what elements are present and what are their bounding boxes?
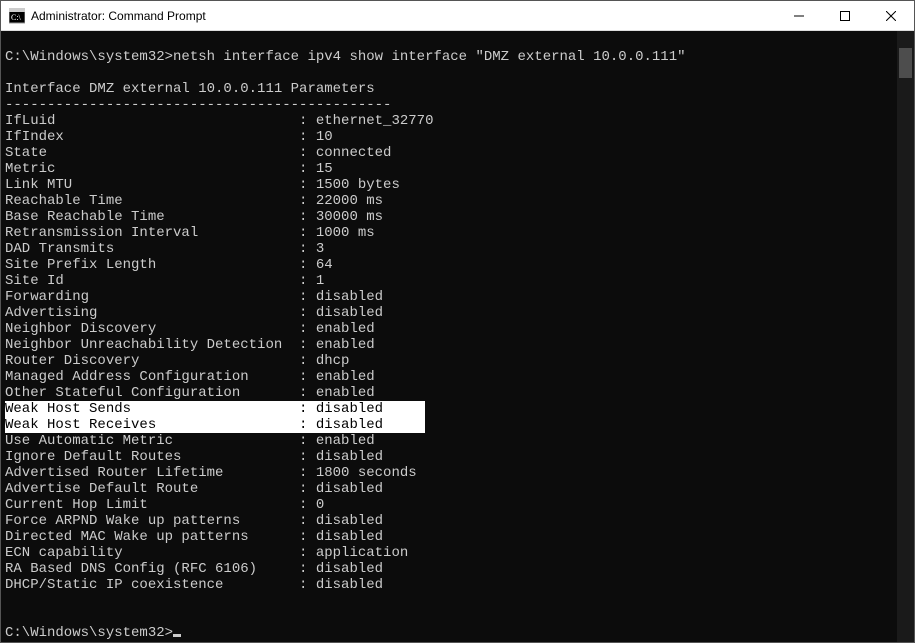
terminal-line: Other Stateful Configuration : enabled — [5, 385, 897, 401]
terminal-line — [5, 609, 897, 625]
terminal-line: Link MTU : 1500 bytes — [5, 177, 897, 193]
terminal-line-highlighted: Weak Host Sends : disabled — [5, 401, 897, 417]
terminal-line: RA Based DNS Config (RFC 6106) : disable… — [5, 561, 897, 577]
window-title: Administrator: Command Prompt — [31, 9, 776, 23]
window-controls — [776, 1, 914, 30]
terminal-line — [5, 33, 897, 49]
svg-text:C:\: C:\ — [11, 13, 22, 22]
terminal-line — [5, 593, 897, 609]
terminal-line: State : connected — [5, 145, 897, 161]
terminal-line: Advertising : disabled — [5, 305, 897, 321]
terminal-line: Base Reachable Time : 30000 ms — [5, 209, 897, 225]
terminal-line: Advertise Default Route : disabled — [5, 481, 897, 497]
terminal-line: Metric : 15 — [5, 161, 897, 177]
terminal-line: Site Id : 1 — [5, 273, 897, 289]
maximize-button[interactable] — [822, 1, 868, 30]
terminal-line: Ignore Default Routes : disabled — [5, 449, 897, 465]
terminal-output[interactable]: C:\Windows\system32>netsh interface ipv4… — [1, 31, 897, 642]
terminal-line: DHCP/Static IP coexistence : disabled — [5, 577, 897, 593]
terminal-line — [5, 65, 897, 81]
scrollbar-vertical[interactable] — [897, 31, 914, 642]
terminal-line: Advertised Router Lifetime : 1800 second… — [5, 465, 897, 481]
cursor — [173, 634, 181, 637]
cmd-icon: C:\ — [9, 8, 25, 24]
terminal-line: Reachable Time : 22000 ms — [5, 193, 897, 209]
terminal-line: Use Automatic Metric : enabled — [5, 433, 897, 449]
terminal-line: C:\Windows\system32> — [5, 625, 897, 641]
terminal-line: DAD Transmits : 3 — [5, 241, 897, 257]
window-frame: C:\ Administrator: Command Prompt C:\Win… — [0, 0, 915, 643]
terminal-line: IfIndex : 10 — [5, 129, 897, 145]
minimize-button[interactable] — [776, 1, 822, 30]
terminal-line: ECN capability : application — [5, 545, 897, 561]
terminal-line: Site Prefix Length : 64 — [5, 257, 897, 273]
terminal-line: Neighbor Discovery : enabled — [5, 321, 897, 337]
terminal-line: C:\Windows\system32>netsh interface ipv4… — [5, 49, 897, 65]
scroll-thumb[interactable] — [899, 48, 912, 78]
terminal-line: Current Hop Limit : 0 — [5, 497, 897, 513]
terminal-line: Router Discovery : dhcp — [5, 353, 897, 369]
terminal-line: ----------------------------------------… — [5, 97, 897, 113]
close-button[interactable] — [868, 1, 914, 30]
terminal-line: IfLuid : ethernet_32770 — [5, 113, 897, 129]
terminal-line: Interface DMZ external 10.0.0.111 Parame… — [5, 81, 897, 97]
terminal-line-highlighted: Weak Host Receives : disabled — [5, 417, 897, 433]
terminal-line: Managed Address Configuration : enabled — [5, 369, 897, 385]
client-area: C:\Windows\system32>netsh interface ipv4… — [1, 31, 914, 642]
terminal-line: Retransmission Interval : 1000 ms — [5, 225, 897, 241]
terminal-line: Neighbor Unreachability Detection : enab… — [5, 337, 897, 353]
terminal-line: Directed MAC Wake up patterns : disabled — [5, 529, 897, 545]
titlebar[interactable]: C:\ Administrator: Command Prompt — [1, 1, 914, 31]
terminal-line: Force ARPND Wake up patterns : disabled — [5, 513, 897, 529]
terminal-line: Forwarding : disabled — [5, 289, 897, 305]
